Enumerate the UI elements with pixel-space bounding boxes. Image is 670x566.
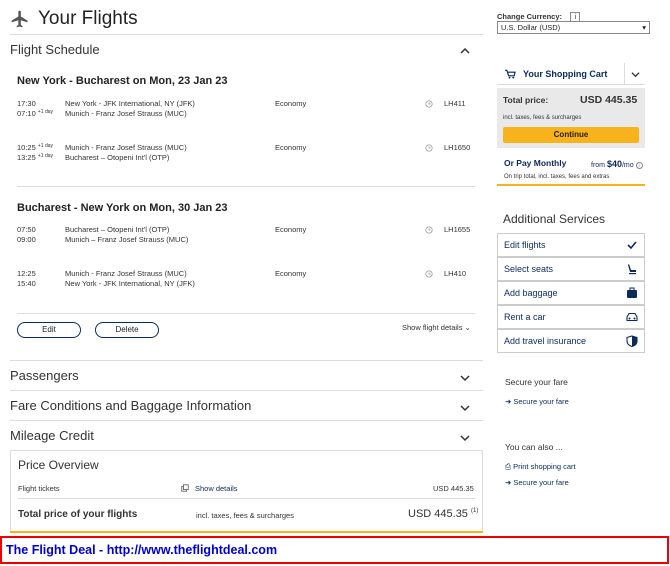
dep-time: 07:50 <box>17 225 36 234</box>
secure-fare-title: Secure your fare <box>505 377 568 387</box>
from-airport: Bucharest – Otopeni Int'l (OTP) <box>65 225 170 234</box>
service-label: Add baggage <box>504 288 558 298</box>
additional-services-title: Additional Services <box>503 212 606 226</box>
flight-tickets-label: Flight tickets <box>18 484 60 493</box>
flight-number: LH410 <box>444 269 467 278</box>
cart-toggle[interactable] <box>624 63 645 85</box>
chevron-down-icon: ⌄ <box>464 323 471 332</box>
passengers-section[interactable]: Passengers <box>10 368 79 383</box>
route-title-outbound: New York - Bucharest on Mon, 23 Jan 23 <box>17 75 228 87</box>
to-airport: New York - JFK International, NY (JFK) <box>65 279 195 288</box>
flight-tickets-value: USD 445.35 <box>433 484 474 493</box>
chevron-down-icon[interactable] <box>460 403 470 413</box>
cart-icon <box>505 69 516 79</box>
cabin-class: Economy <box>275 269 307 278</box>
car-icon <box>626 312 638 322</box>
dropdown-arrow-icon: ▾ <box>642 23 646 32</box>
service-label: Rent a car <box>504 312 546 322</box>
chevron-down-icon[interactable] <box>460 433 470 443</box>
to-airport: Bucharest – Otopeni Int'l (OTP) <box>65 153 170 162</box>
chevron-down-icon <box>631 72 640 78</box>
service-label: Select seats <box>504 264 554 274</box>
select-seats-item[interactable]: Select seats <box>497 257 645 281</box>
seat-icon <box>628 264 636 275</box>
plane-icon <box>11 10 28 28</box>
flight-number: LH1650 <box>444 143 471 152</box>
total-incl-text: incl. taxes, fees & surcharges <box>196 511 294 520</box>
page-header: Your Flights <box>10 8 138 30</box>
cart-incl-text: incl. taxes, fees & surcharges <box>503 115 582 121</box>
currency-select[interactable]: U.S. Dollar (USD) ▾ <box>497 21 650 34</box>
cabin-class: Economy <box>275 225 307 234</box>
to-airport: Munich - Franz Josef Strauss (MUC) <box>65 109 187 118</box>
total-price-label: Total price of your flights <box>18 509 138 520</box>
cart-header[interactable]: Your Shopping Cart <box>497 63 645 85</box>
arr-time: 09:00 <box>17 235 36 244</box>
printer-icon: ⎙ <box>505 462 511 471</box>
page-title: Your Flights <box>38 8 138 29</box>
flight-schedule-title: Flight Schedule <box>10 42 100 57</box>
add-baggage-item[interactable]: Add baggage <box>497 281 645 305</box>
flight-number: LH1655 <box>444 225 471 234</box>
external-link-icon <box>181 484 189 492</box>
continue-button[interactable]: Continue <box>503 127 639 143</box>
secure-fare-link[interactable]: ➜ Secure your fare <box>505 397 569 406</box>
travel-insurance-item[interactable]: Add travel insurance <box>497 329 645 353</box>
cart-title: Your Shopping Cart <box>523 69 608 79</box>
flight-number: LH411 <box>444 99 466 108</box>
also-title: You can also ... <box>505 442 563 452</box>
total-price-value: USD 445.35 (1) <box>408 508 479 520</box>
from-airport: Munich - Franz Josef Strauss (MUC) <box>65 143 187 152</box>
arr-time: 07:10 +1 day <box>17 109 54 118</box>
rent-a-car-item[interactable]: Rent a car <box>497 305 645 329</box>
print-cart-link[interactable]: ⎙ Print shopping cart <box>505 462 576 472</box>
arr-time: 13:25 +1 day <box>17 153 54 162</box>
clock-icon <box>425 144 433 152</box>
service-label: Edit flights <box>504 240 546 250</box>
service-label: Add travel insurance <box>504 336 587 346</box>
shield-icon <box>626 335 638 347</box>
dep-time: 12:25 <box>17 269 36 278</box>
cabin-class: Economy <box>275 99 307 108</box>
clock-icon <box>425 100 433 108</box>
flight-deal-banner: The Flight Deal - http://www.theflightde… <box>0 536 669 564</box>
pay-monthly-label: Or Pay Monthly <box>504 158 567 168</box>
delete-button[interactable]: Delete <box>95 322 159 338</box>
chevron-up-icon[interactable] <box>460 46 470 56</box>
route-title-return: Bucharest - New York on Mon, 30 Jan 23 <box>17 202 228 214</box>
cart-total-value: USD 445.35 <box>580 94 638 106</box>
info-icon[interactable]: i <box>635 162 643 169</box>
to-airport: Munich – Franz Josef Strauss (MUC) <box>65 235 189 244</box>
show-details-link[interactable]: Show details <box>195 484 238 493</box>
clock-icon <box>425 270 433 278</box>
edit-flights-item[interactable]: Edit flights <box>497 233 645 257</box>
edit-button[interactable]: Edit <box>17 322 81 338</box>
arr-time: 15:40 <box>17 279 36 288</box>
fare-conditions-section[interactable]: Fare Conditions and Baggage Information <box>10 398 251 413</box>
dep-time: 10:25 +1 day <box>17 143 54 152</box>
monthly-note: On trip total, incl. taxes, fees and ext… <box>504 174 610 180</box>
price-overview-title: Price Overview <box>18 458 99 472</box>
dep-time: 17:30 <box>17 99 36 108</box>
check-icon <box>627 241 637 250</box>
show-flight-details-link[interactable]: Show flight details ⌄ <box>402 323 471 332</box>
cabin-class: Economy <box>275 143 307 152</box>
secure-fare-link-2[interactable]: ➜ Secure your fare <box>505 478 569 487</box>
clock-icon <box>425 226 433 234</box>
mileage-credit-section[interactable]: Mileage Credit <box>10 428 94 443</box>
chevron-down-icon[interactable] <box>460 373 470 383</box>
from-airport: Munich - Franz Josef Strauss (MUC) <box>65 269 187 278</box>
monthly-price: from $40/mo i <box>591 159 643 169</box>
price-accent-bar <box>10 531 483 533</box>
baggage-icon <box>627 287 637 298</box>
from-airport: New York - JFK International, NY (JFK) <box>65 99 195 108</box>
currency-label: Change Currency: <box>497 12 563 21</box>
cart-total-label: Total price: <box>503 95 549 105</box>
flight-deal-link[interactable]: The Flight Deal - http://www.theflightde… <box>6 543 277 557</box>
